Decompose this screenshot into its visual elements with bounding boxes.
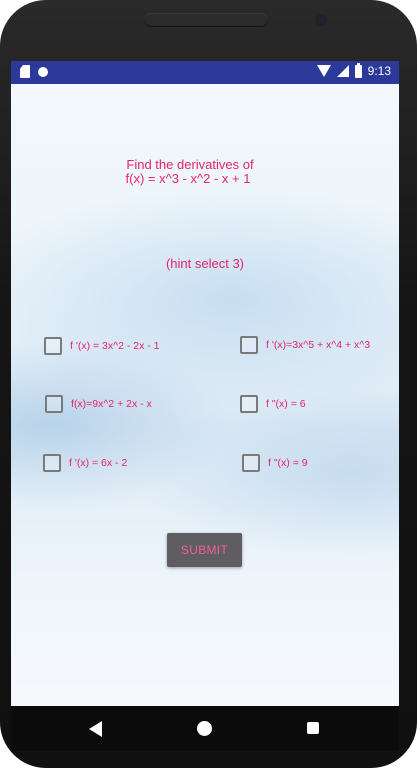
screen: 9:13 Find the derivatives of f(x) = x^3 … <box>11 61 399 706</box>
option-1[interactable]: f '(x) = 3x^2 - 2x - 1 <box>44 337 160 355</box>
option-4-checkbox[interactable] <box>240 395 258 413</box>
option-6[interactable]: f "(x) = 9 <box>242 454 308 472</box>
submit-button[interactable]: SUBMIT <box>167 533 242 567</box>
question-line-1: Find the derivatives of <box>126 157 254 172</box>
device-frame: 9:13 Find the derivatives of f(x) = x^3 … <box>0 0 417 768</box>
option-2[interactable]: f '(x)=3x^5 + x^4 + x^3 <box>240 336 370 354</box>
option-3[interactable]: f(x)=9x^2 + 2x - x <box>45 395 152 413</box>
hint-text: (hint select 3) <box>165 256 245 271</box>
sync-icon <box>38 66 48 77</box>
option-5[interactable]: f '(x) = 6x - 2 <box>43 454 127 472</box>
clock: 9:13 <box>367 64 391 78</box>
front-camera <box>317 16 325 24</box>
speaker-grille <box>144 13 268 27</box>
navigation-bar <box>11 706 399 751</box>
sd-card-icon <box>20 65 30 78</box>
option-3-label: f(x)=9x^2 + 2x - x <box>71 398 152 410</box>
wifi-icon <box>316 65 331 77</box>
question-line-2: f(x) = x^3 - x^2 - x + 1 <box>125 171 251 186</box>
option-2-checkbox[interactable] <box>240 336 258 354</box>
battery-icon <box>354 62 362 78</box>
option-1-label: f '(x) = 3x^2 - 2x - 1 <box>70 340 160 352</box>
option-4[interactable]: f "(x) = 6 <box>240 395 306 413</box>
status-bar: 9:13 <box>11 61 399 84</box>
recents-icon[interactable] <box>307 722 319 734</box>
option-2-label: f '(x)=3x^5 + x^4 + x^3 <box>266 339 371 351</box>
option-6-label: f "(x) = 9 <box>268 457 308 469</box>
question-text: Find the derivatives of f(x) = x^3 - x^2… <box>11 158 399 186</box>
option-5-label: f '(x) = 6x - 2 <box>69 457 128 469</box>
back-icon[interactable] <box>89 721 102 737</box>
option-1-checkbox[interactable] <box>44 337 62 355</box>
option-5-checkbox[interactable] <box>43 454 61 472</box>
option-3-checkbox[interactable] <box>45 395 63 413</box>
option-6-checkbox[interactable] <box>242 454 260 472</box>
signal-icon <box>336 65 349 77</box>
quiz-screen: Find the derivatives of f(x) = x^3 - x^2… <box>11 84 399 706</box>
option-4-label: f "(x) = 6 <box>266 398 306 410</box>
home-icon[interactable] <box>197 721 212 736</box>
